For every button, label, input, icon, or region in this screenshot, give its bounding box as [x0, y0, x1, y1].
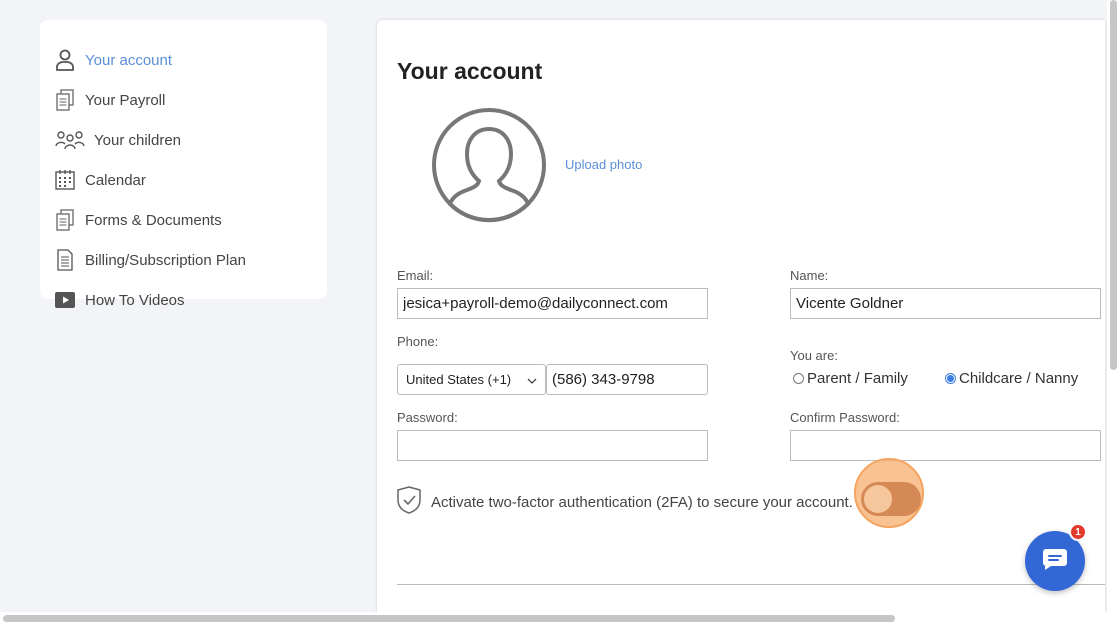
- sidebar-item-label: Forms & Documents: [85, 211, 222, 229]
- email-label: Email:: [397, 268, 434, 283]
- documents-icon: [54, 209, 76, 231]
- user-icon: [54, 49, 76, 71]
- user-placeholder-icon: [432, 108, 546, 223]
- sidebar-item-your-children[interactable]: Your children: [54, 125, 181, 155]
- sidebar-nav: Your account Your Payroll Your children …: [40, 20, 327, 309]
- email-field[interactable]: [397, 288, 708, 319]
- sidebar-item-forms-documents[interactable]: Forms & Documents: [54, 205, 222, 235]
- notification-badge: 1: [1069, 523, 1087, 541]
- confirm-password-label: Confirm Password:: [790, 410, 900, 425]
- country-code-value: United States (+1): [406, 372, 512, 387]
- phone-field[interactable]: [546, 364, 708, 395]
- sidebar-item-label: Your children: [94, 131, 182, 149]
- chevron-down-icon: [527, 372, 537, 387]
- confirm-password-field[interactable]: [790, 430, 1101, 461]
- page-title: Your account: [397, 58, 543, 84]
- role-option-label: Parent / Family: [807, 370, 908, 387]
- role-option-label: Childcare / Nanny: [959, 370, 1079, 387]
- radio-button[interactable]: [793, 373, 804, 384]
- password-field[interactable]: [397, 430, 708, 461]
- sidebar-item-your-payroll[interactable]: Your Payroll: [54, 85, 165, 115]
- two-factor-text: Activate two-factor authentication (2FA)…: [431, 494, 853, 511]
- sidebar-item-your-account[interactable]: Your account: [54, 45, 172, 75]
- sidebar-item-label: Your account: [85, 51, 173, 69]
- sidebar-item-label: Calendar: [85, 171, 146, 189]
- role-option-parent-family[interactable]: Parent / Family: [793, 370, 908, 387]
- sidebar-item-label: How To Videos: [85, 291, 185, 309]
- sidebar-item-how-to-videos[interactable]: How To Videos: [54, 285, 185, 315]
- vertical-scrollbar-thumb[interactable]: [1110, 0, 1117, 370]
- play-video-icon: [54, 289, 76, 311]
- phone-label: Phone:: [397, 334, 439, 349]
- calendar-icon: [54, 169, 76, 191]
- horizontal-scrollbar-thumb[interactable]: [3, 615, 895, 622]
- toggle-knob: [864, 485, 892, 513]
- divider: [397, 584, 1105, 585]
- upload-photo-link[interactable]: Upload photo: [565, 157, 642, 172]
- sidebar-item-label: Billing/Subscription Plan: [85, 251, 246, 269]
- password-label: Password:: [397, 410, 458, 425]
- two-factor-row: Activate two-factor authentication (2FA)…: [397, 486, 853, 519]
- chat-bubble-icon: [1042, 548, 1068, 575]
- radio-button-selected[interactable]: [945, 373, 956, 384]
- shield-check-icon: [397, 486, 421, 519]
- sidebar-item-label: Your Payroll: [85, 91, 166, 109]
- country-code-select[interactable]: United States (+1): [397, 364, 546, 395]
- documents-icon: [54, 89, 76, 111]
- name-label: Name:: [790, 268, 829, 283]
- account-panel: Your account Upload photo Email: Name: P…: [377, 20, 1105, 612]
- role-option-childcare-nanny[interactable]: Childcare / Nanny: [945, 370, 1078, 387]
- name-field[interactable]: [790, 288, 1101, 319]
- document-icon: [54, 249, 76, 271]
- two-factor-toggle[interactable]: [861, 482, 921, 516]
- avatar[interactable]: [431, 107, 547, 223]
- role-label: You are:: [790, 348, 838, 363]
- people-group-icon: [54, 129, 85, 151]
- sidebar-item-billing[interactable]: Billing/Subscription Plan: [54, 245, 246, 275]
- sidebar-item-calendar[interactable]: Calendar: [54, 165, 146, 195]
